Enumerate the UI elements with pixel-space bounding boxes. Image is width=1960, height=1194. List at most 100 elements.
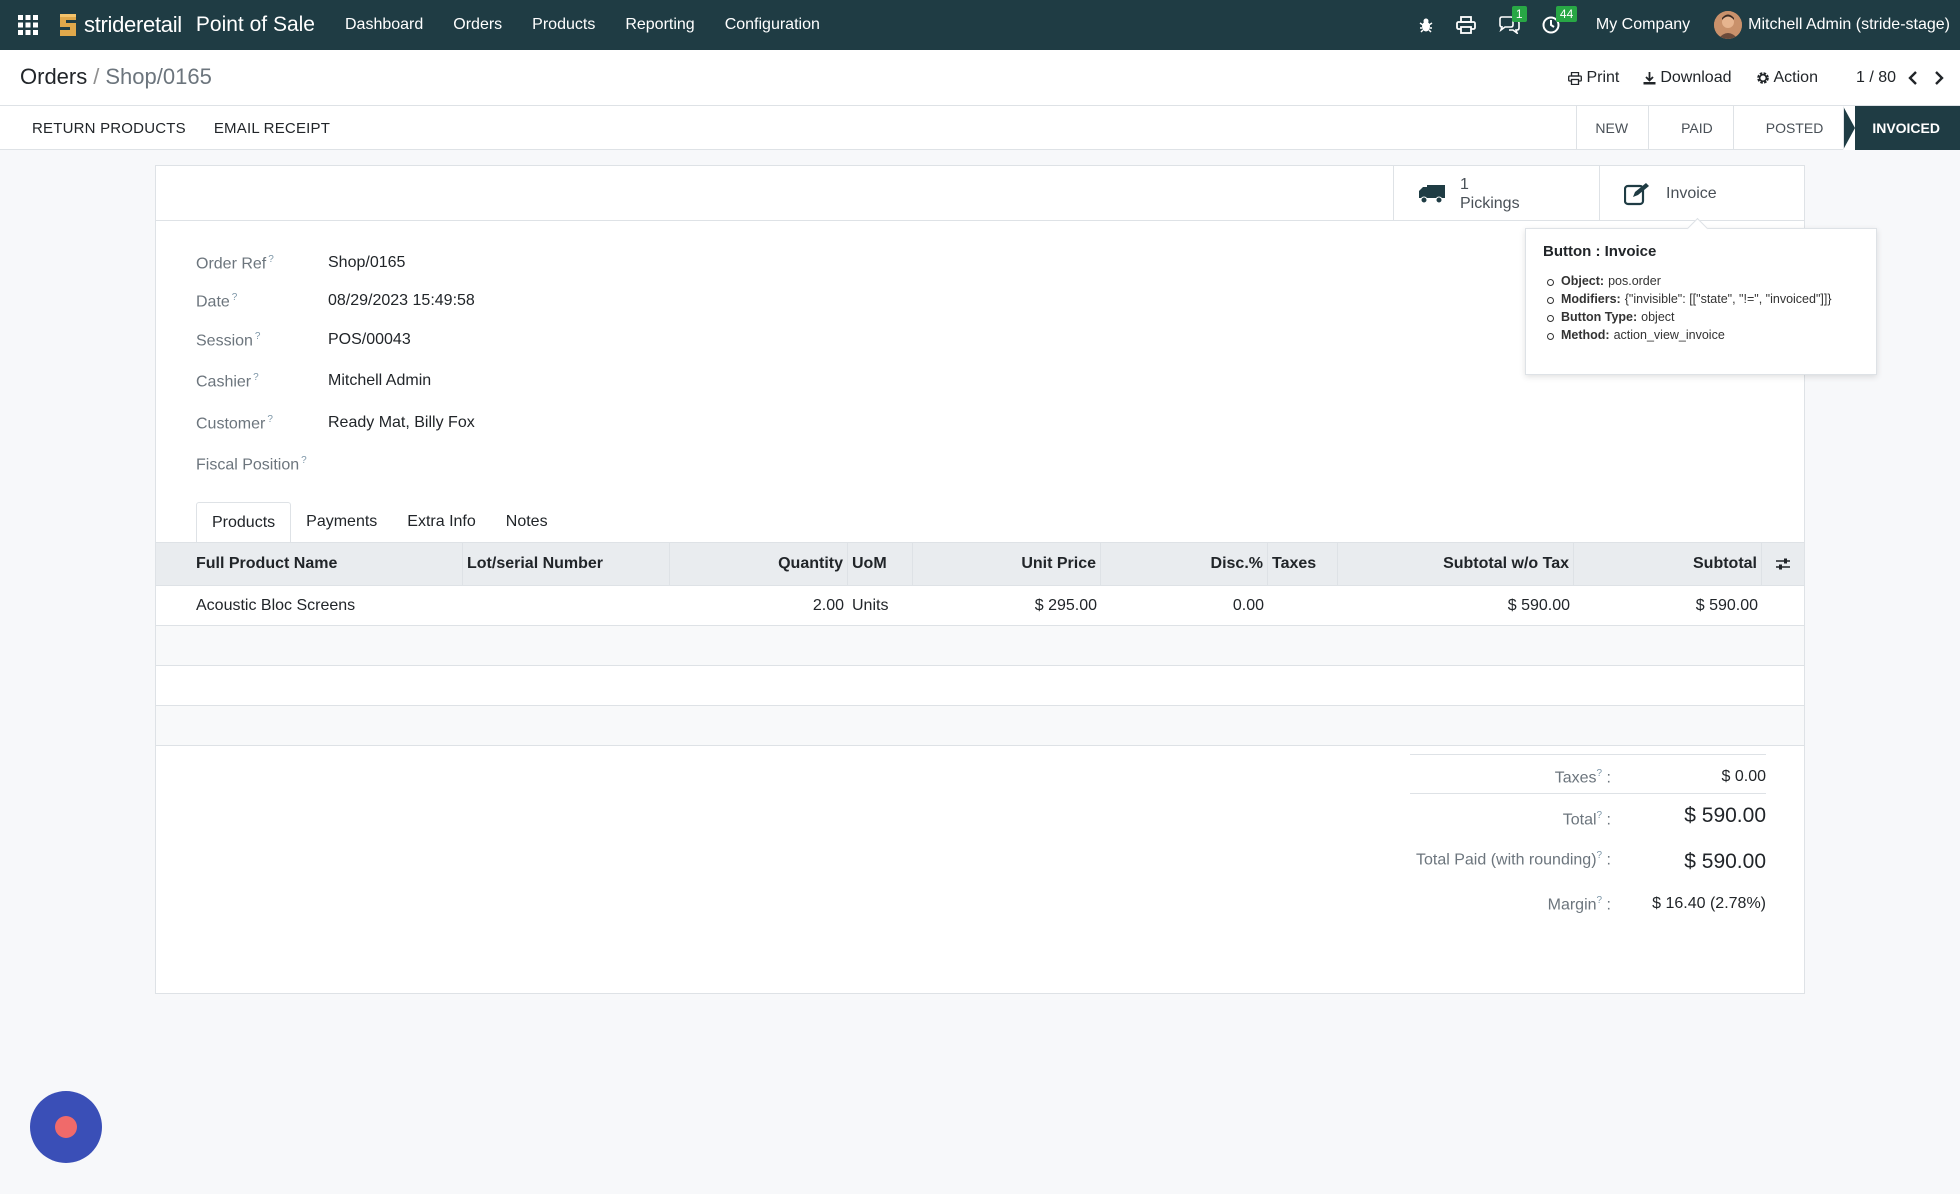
tooltip-item: Method: action_view_invoice	[1543, 328, 1859, 342]
menu-orders[interactable]: Orders	[453, 16, 502, 34]
col-subtotal[interactable]: Subtotal	[1574, 543, 1762, 585]
status-bar: RETURN PRODUCTS EMAIL RECEIPT NEW PAID P…	[0, 106, 1960, 150]
help-icon[interactable]: ?	[301, 455, 307, 466]
col-product-name[interactable]: Full Product Name	[192, 543, 463, 585]
apps-menu-icon[interactable]	[0, 0, 56, 50]
chat-icon[interactable]: 1	[1498, 6, 1527, 34]
tab-extra-info[interactable]: Extra Info	[392, 502, 490, 544]
cashier-label: Cashier	[196, 373, 252, 391]
cell-product-name: Acoustic Bloc Screens	[196, 597, 356, 614]
total-paid-value: $ 590.00	[1684, 850, 1766, 873]
stage-new[interactable]: NEW	[1576, 106, 1648, 150]
chevron-right-icon[interactable]	[1934, 71, 1944, 85]
help-icon[interactable]: ?	[255, 331, 261, 342]
pager-value[interactable]: 1 / 80	[1856, 69, 1896, 87]
cell-subtotal-wo-tax: $ 590.00	[1507, 597, 1570, 614]
customer-label: Customer	[196, 415, 266, 433]
print-button[interactable]: Print	[1568, 69, 1619, 87]
truck-icon	[1419, 184, 1445, 203]
app-name[interactable]: Point of Sale	[196, 13, 315, 37]
tooltip-item: Modifiers: {"invisible": [["state", "!=",…	[1543, 292, 1859, 306]
total-label: Total	[1562, 811, 1597, 829]
activity-badge: 44	[1555, 6, 1578, 22]
livechat-dot-icon	[55, 1116, 77, 1138]
help-icon[interactable]: ?	[232, 292, 238, 303]
empty-row	[156, 706, 1804, 746]
tooltip-item: Button Type: object	[1543, 310, 1859, 324]
stage-posted[interactable]: POSTED	[1732, 106, 1844, 150]
activity-clock-icon[interactable]: 44	[1542, 6, 1578, 34]
colon: :	[1606, 811, 1611, 829]
help-icon[interactable]: ?	[1597, 895, 1603, 906]
download-button[interactable]: Download	[1643, 69, 1732, 87]
date-value[interactable]: 08/29/2023 15:49:58	[328, 292, 475, 310]
brand-logo-icon	[60, 14, 76, 36]
action-button[interactable]: Action	[1756, 69, 1818, 87]
return-products-button[interactable]: RETURN PRODUCTS	[32, 120, 186, 137]
chevron-left-icon[interactable]	[1908, 71, 1918, 85]
breadcrumb: Orders / Shop/0165	[20, 64, 212, 90]
order-ref-value[interactable]: Shop/0165	[328, 254, 405, 272]
action-label: Action	[1773, 69, 1818, 86]
margin-value: $ 16.40 (2.78%)	[1652, 895, 1766, 912]
colon: :	[1606, 769, 1611, 787]
column-settings-icon[interactable]	[1762, 543, 1804, 585]
gear-icon	[1756, 72, 1769, 84]
bug-icon[interactable]	[1418, 17, 1434, 33]
date-label: Date	[196, 293, 230, 311]
customer-value[interactable]: Ready Mat, Billy Fox	[328, 414, 475, 432]
download-icon	[1643, 71, 1656, 84]
stage-paid[interactable]: PAID	[1648, 106, 1733, 150]
tab-payments[interactable]: Payments	[291, 502, 392, 544]
col-lot-serial[interactable]: Lot/serial Number	[463, 543, 670, 585]
control-panel: Orders / Shop/0165 Print Download Action 1…	[0, 50, 1960, 106]
printer-icon	[1568, 71, 1583, 85]
session-label: Session	[196, 332, 253, 350]
menu-reporting[interactable]: Reporting	[625, 16, 694, 34]
breadcrumb-separator: /	[93, 64, 100, 89]
user-menu[interactable]: Mitchell Admin (stride-stage)	[1714, 11, 1950, 39]
cell-uom: Units	[852, 597, 889, 614]
empty-row	[156, 666, 1804, 706]
pickings-smart-button[interactable]: 1 Pickings	[1393, 166, 1599, 221]
empty-row	[156, 626, 1804, 666]
stage-pipeline: NEW PAID POSTED INVOICED	[1576, 106, 1960, 150]
col-discount[interactable]: Disc.%	[1101, 543, 1268, 585]
email-receipt-button[interactable]: EMAIL RECEIPT	[214, 120, 330, 137]
divider	[1410, 754, 1766, 755]
company-switcher[interactable]: My Company	[1596, 16, 1690, 34]
col-unit-price[interactable]: Unit Price	[913, 543, 1101, 585]
help-icon[interactable]: ?	[253, 372, 259, 383]
download-label: Download	[1660, 69, 1732, 86]
cell-taxes	[1268, 586, 1338, 626]
order-lines-table: Full Product Name Lot/serial Number Quan…	[156, 542, 1804, 746]
menu-products[interactable]: Products	[532, 16, 595, 34]
breadcrumb-orders[interactable]: Orders	[20, 64, 87, 89]
stage-invoiced[interactable]: INVOICED	[1843, 106, 1960, 150]
order-ref-label: Order Ref	[196, 255, 267, 273]
menu-configuration[interactable]: Configuration	[725, 16, 820, 34]
livechat-bubble-button[interactable]	[30, 1091, 102, 1163]
help-icon[interactable]: ?	[1597, 850, 1603, 861]
invoice-smart-button[interactable]: Invoice	[1599, 166, 1804, 221]
taxes-value: $ 0.00	[1721, 768, 1766, 785]
help-icon[interactable]: ?	[1597, 810, 1603, 821]
cell-quantity: 2.00	[812, 597, 844, 614]
col-subtotal-wo-tax[interactable]: Subtotal w/o Tax	[1338, 543, 1574, 585]
tab-notes[interactable]: Notes	[491, 502, 563, 544]
notebook-tabs: Products Payments Extra Info Notes	[196, 502, 563, 544]
help-icon[interactable]: ?	[1597, 768, 1603, 779]
col-uom[interactable]: UoM	[848, 543, 913, 585]
printer-icon[interactable]	[1456, 16, 1476, 34]
menu-dashboard[interactable]: Dashboard	[345, 16, 423, 34]
session-value[interactable]: POS/00043	[328, 331, 411, 349]
brand-logo[interactable]: strideretail	[56, 0, 182, 50]
help-icon[interactable]: ?	[267, 414, 273, 425]
col-quantity[interactable]: Quantity	[670, 543, 848, 585]
col-taxes[interactable]: Taxes	[1268, 543, 1338, 585]
tab-products[interactable]: Products	[196, 502, 292, 544]
help-icon[interactable]: ?	[268, 254, 274, 265]
cashier-value[interactable]: Mitchell Admin	[328, 372, 431, 390]
table-row[interactable]: Acoustic Bloc Screens 2.00 Units $ 295.0…	[156, 586, 1804, 626]
cell-subtotal: $ 590.00	[1695, 597, 1758, 614]
